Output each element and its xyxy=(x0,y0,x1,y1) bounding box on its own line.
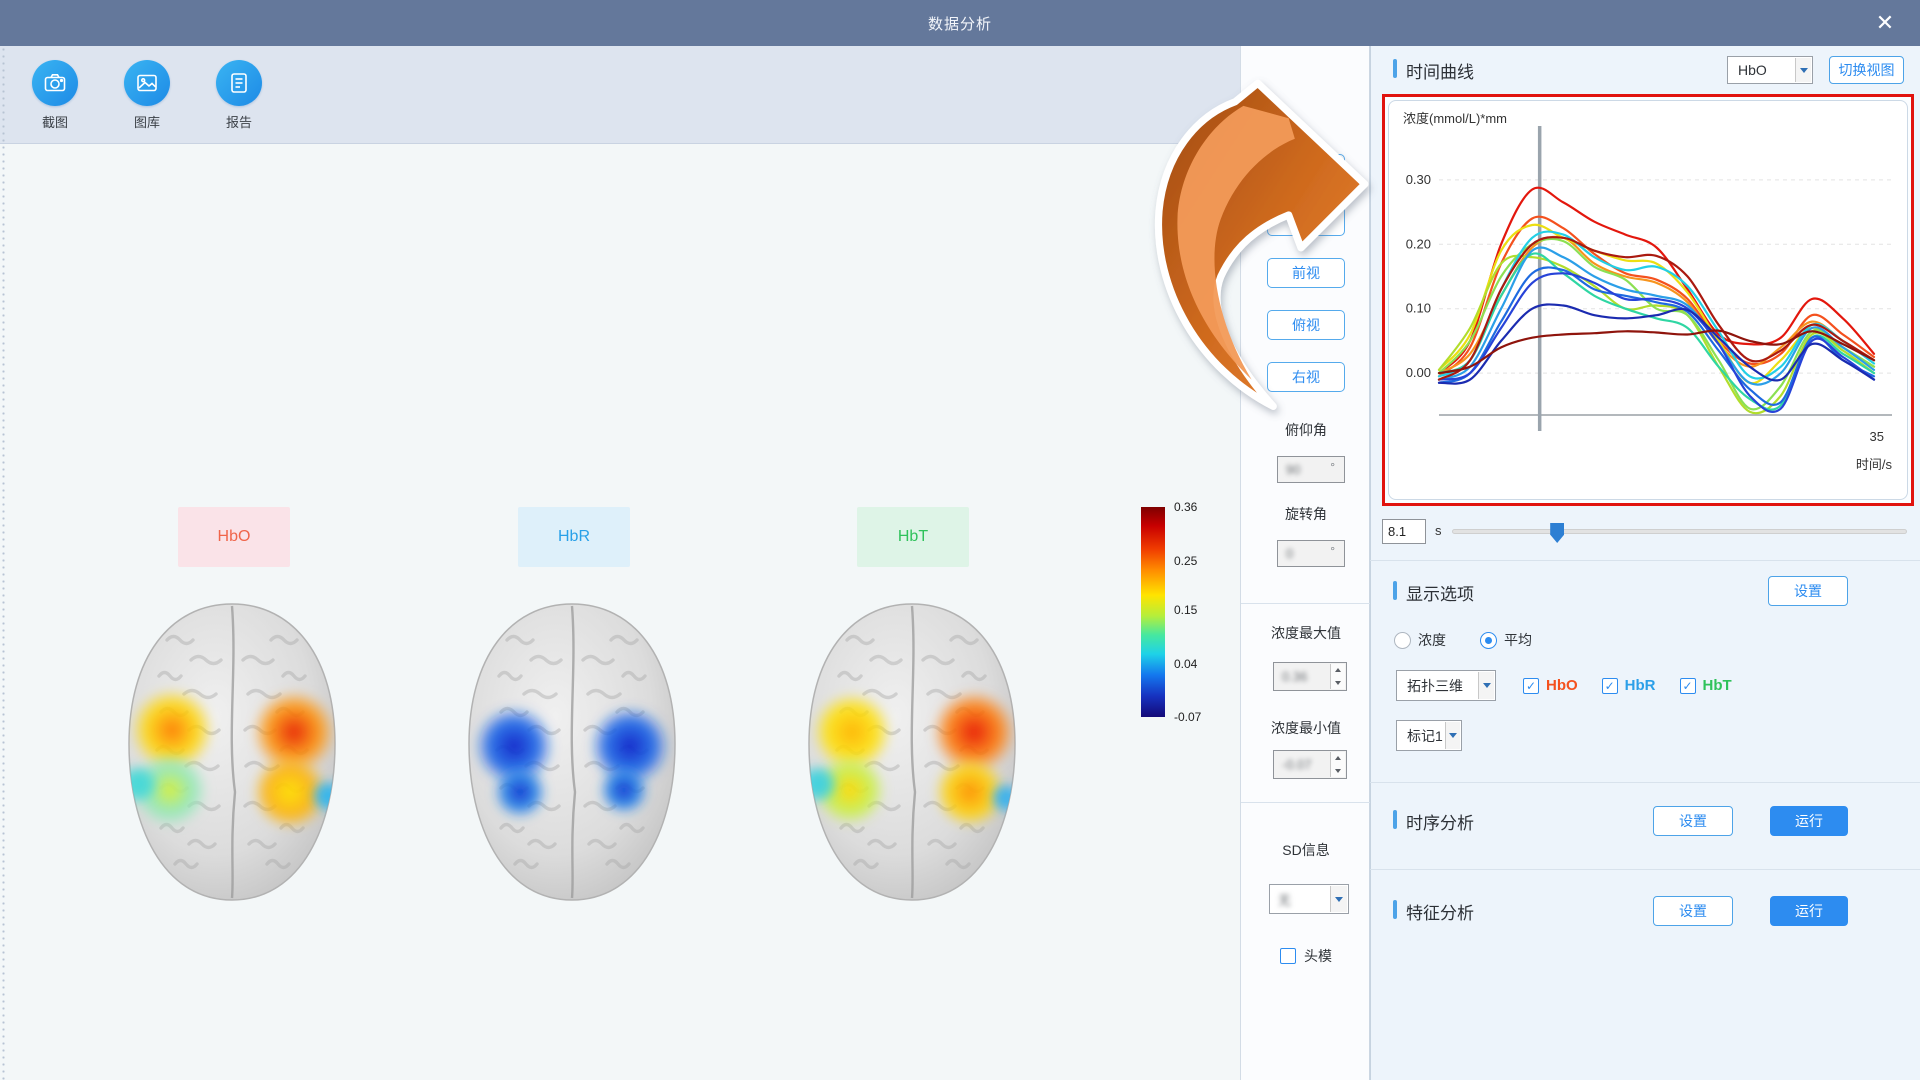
feature-run-button[interactable]: 运行 xyxy=(1770,896,1848,926)
head-model-label: 头模 xyxy=(1304,946,1332,966)
colorbar-tick: 0.04 xyxy=(1174,657,1234,671)
feature-settings-button[interactable]: 设置 xyxy=(1653,896,1733,926)
view-left-button[interactable]: 左视 xyxy=(1267,154,1345,184)
window-title: 数据分析 xyxy=(928,13,992,34)
display-options-header: 显示选项 xyxy=(1406,580,1474,605)
hbo-checkbox[interactable]: ✓ xyxy=(1523,678,1539,694)
hbt-map-label: HbT xyxy=(857,507,969,567)
chevron-down-icon xyxy=(1478,672,1494,699)
toolbar: 截图 图库 报告 xyxy=(0,46,1240,144)
hbr-map-label: HbR xyxy=(518,507,630,567)
time-curve-highlight-frame: 浓度(mmol/L)*mm 0.30 0.20 0.10 0.00 35 时间/s xyxy=(1382,94,1914,506)
rotation-angle-label: 旋转角 xyxy=(1241,504,1371,524)
colorbar-tick: 0.25 xyxy=(1174,554,1234,568)
view-right-button[interactable]: 右视 xyxy=(1267,362,1345,392)
series-checkbox-group: ✓ HbO ✓ HbR ✓ HbT xyxy=(1523,677,1732,694)
conc-min-spinner[interactable]: -0.07 xyxy=(1273,750,1347,779)
colorbar xyxy=(1141,507,1165,717)
pitch-angle-spinner[interactable]: 90 ° xyxy=(1277,456,1345,483)
svg-text:35: 35 xyxy=(1870,429,1884,444)
mode-radio-group: 浓度 平均 xyxy=(1394,630,1532,650)
title-bar: 数据分析 ✕ xyxy=(0,0,1920,46)
section-accent xyxy=(1393,810,1397,829)
svg-text:0.10: 0.10 xyxy=(1406,301,1431,316)
divider xyxy=(1370,782,1920,783)
camera-icon xyxy=(32,60,78,106)
hbo-map-label: HbO xyxy=(178,507,290,567)
gallery-button[interactable]: 图库 xyxy=(112,60,182,131)
chevron-down-icon xyxy=(1330,886,1347,912)
time-input[interactable] xyxy=(1382,519,1426,544)
section-accent xyxy=(1393,900,1397,919)
spinner-arrows[interactable] xyxy=(1330,752,1345,777)
pitch-angle-label: 俯仰角 xyxy=(1241,420,1371,440)
view-front-button[interactable]: 前视 xyxy=(1267,258,1345,288)
sd-info-select[interactable]: 无 xyxy=(1269,884,1349,914)
view-top-button[interactable]: 俯视 xyxy=(1267,310,1345,340)
conc-max-label: 浓度最大值 xyxy=(1241,623,1371,643)
switch-view-button[interactable]: 切换视图 xyxy=(1829,56,1904,84)
timeseries-header: 时序分析 xyxy=(1406,809,1474,834)
time-curve-chart: 浓度(mmol/L)*mm 0.30 0.20 0.10 0.00 35 时间/s xyxy=(1388,100,1908,500)
hbr-brain-3d-view[interactable] xyxy=(452,595,692,905)
colorbar-tick: 0.36 xyxy=(1174,500,1234,514)
hbr-checkbox[interactable]: ✓ xyxy=(1602,678,1618,694)
hbt-brain-3d-view[interactable] xyxy=(792,595,1032,905)
canvas-dotted-edge xyxy=(0,46,7,1080)
data-analysis-window: 数据分析 ✕ 截图 图库 xyxy=(0,0,1920,1080)
chevron-down-icon xyxy=(1445,722,1460,749)
conc-min-label: 浓度最小值 xyxy=(1241,718,1371,738)
colorbar-tick: 0.15 xyxy=(1174,603,1234,617)
svg-text:时间/s: 时间/s xyxy=(1856,457,1893,472)
hbt-checkbox[interactable]: ✓ xyxy=(1680,678,1696,694)
chevron-down-icon xyxy=(1795,58,1811,82)
time-unit-label: s xyxy=(1435,523,1442,538)
hbo-brain-3d-view[interactable] xyxy=(112,595,352,905)
svg-text:0.30: 0.30 xyxy=(1406,172,1431,187)
time-slider[interactable] xyxy=(1452,529,1907,534)
rotation-angle-spinner[interactable]: 0 ° xyxy=(1277,540,1345,567)
sd-info-label: SD信息 xyxy=(1241,840,1371,860)
divider xyxy=(1370,560,1920,561)
feature-header: 特征分析 xyxy=(1406,899,1474,924)
head-model-checkbox[interactable]: ✓ xyxy=(1280,948,1296,964)
section-accent xyxy=(1393,59,1397,78)
view-back-button[interactable]: 后视 xyxy=(1267,206,1345,236)
brain-view-canvas: HbO HbR HbT xyxy=(0,145,1240,1080)
topology-select[interactable]: 拓扑三维 xyxy=(1396,670,1496,701)
concentration-radio[interactable] xyxy=(1394,632,1411,649)
svg-text:0.20: 0.20 xyxy=(1406,236,1431,251)
report-icon xyxy=(216,60,262,106)
head-model-row: ✓ 头模 xyxy=(1241,946,1371,966)
time-curve-header: 时间曲线 xyxy=(1406,58,1474,83)
average-radio[interactable] xyxy=(1480,632,1497,649)
timeseries-run-button[interactable]: 运行 xyxy=(1770,806,1848,836)
svg-text:0.00: 0.00 xyxy=(1406,365,1431,380)
display-settings-button[interactable]: 设置 xyxy=(1768,576,1848,606)
close-icon[interactable]: ✕ xyxy=(1872,10,1898,36)
report-button[interactable]: 报告 xyxy=(204,60,274,131)
conc-max-spinner[interactable]: 0.36 xyxy=(1273,662,1347,691)
section-accent xyxy=(1393,581,1397,600)
divider xyxy=(1241,802,1371,803)
divider xyxy=(1370,869,1920,870)
view-control-panel: 左视 后视 前视 俯视 右视 俯仰角 90 ° 旋转角 0 ° 浓度最大值 0.… xyxy=(1240,46,1370,1080)
gallery-icon xyxy=(124,60,170,106)
timeseries-settings-button[interactable]: 设置 xyxy=(1653,806,1733,836)
signal-type-select[interactable]: HbO xyxy=(1727,56,1813,84)
divider xyxy=(1241,603,1371,604)
screenshot-button[interactable]: 截图 xyxy=(20,60,90,131)
marker-select[interactable]: 标记1 xyxy=(1396,720,1462,751)
svg-text:浓度(mmol/L)*mm: 浓度(mmol/L)*mm xyxy=(1403,111,1507,126)
spinner-arrows[interactable] xyxy=(1330,664,1345,689)
colorbar-tick: -0.07 xyxy=(1174,710,1234,724)
